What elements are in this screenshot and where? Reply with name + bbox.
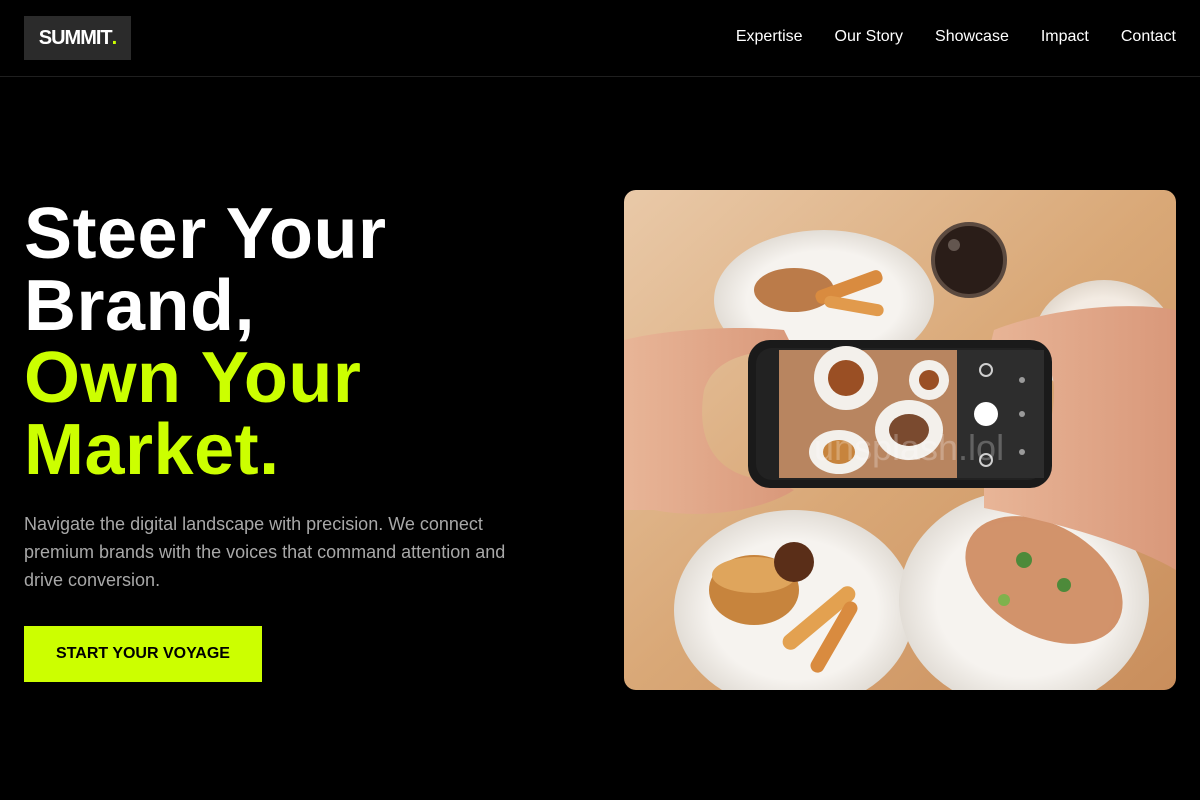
- hero-description: Navigate the digital landscape with prec…: [24, 514, 506, 590]
- nav-link-contact[interactable]: Contact: [1121, 27, 1176, 47]
- nav-link-expertise[interactable]: Expertise: [736, 27, 803, 47]
- summit-logo[interactable]: SUMMIT.: [24, 16, 131, 60]
- hero-headline: Steer Your Brand, Own Your Market.: [24, 198, 584, 486]
- headline-accent-line-1: Own Your: [24, 338, 362, 418]
- site-header: SUMMIT. Expertise Our Story Showcase Imp…: [0, 0, 1200, 77]
- nav-link-showcase[interactable]: Showcase: [935, 27, 1009, 47]
- logo-text: SUMMIT: [38, 26, 113, 49]
- photo-watermark: unsplash.lol: [814, 427, 1004, 468]
- food-phone-photo: unsplash.lol: [624, 190, 1176, 690]
- hero-photo: unsplash.lol: [624, 190, 1176, 690]
- headline-line-2: Brand,: [24, 266, 256, 346]
- nav-link-our-story[interactable]: Our Story: [835, 27, 903, 47]
- nav-link-impact[interactable]: Impact: [1041, 27, 1089, 47]
- main-nav: Expertise Our Story Showcase Impact Cont…: [736, 27, 1176, 47]
- headline-line-1: Steer Your: [24, 194, 387, 274]
- logo-dot: .: [111, 26, 117, 49]
- headline-accent-line-2: Market.: [24, 410, 280, 490]
- start-voyage-button[interactable]: START YOUR VOYAGE: [24, 626, 262, 682]
